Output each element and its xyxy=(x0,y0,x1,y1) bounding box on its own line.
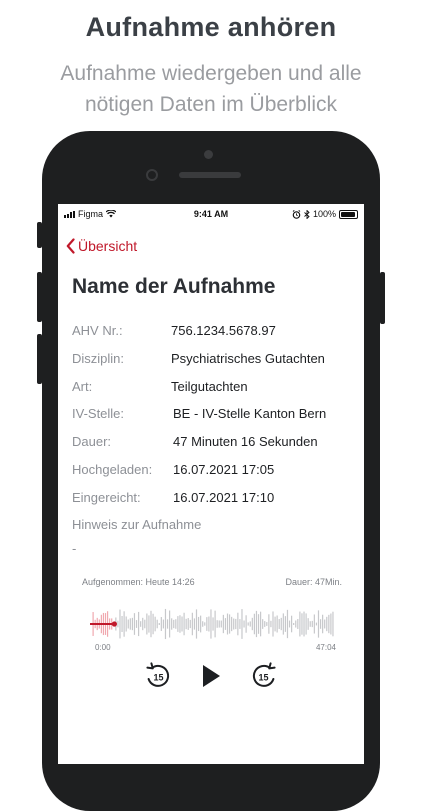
promo-title: Aufnahme anhören xyxy=(85,12,337,42)
alarm-icon xyxy=(292,209,301,219)
promo-subtitle: Aufnahme wiedergeben und alle nötigen Da… xyxy=(0,58,422,120)
field-label: AHV Nr.: xyxy=(72,323,123,338)
battery-percent: 100% xyxy=(312,209,336,219)
field-label: Hochgeladen: xyxy=(72,462,153,477)
field-label: Disziplin: xyxy=(72,351,125,366)
phone-volume-down xyxy=(37,334,42,384)
skip-forward-15-icon: 15 xyxy=(252,662,276,687)
time-total: 47:04 xyxy=(315,643,336,652)
field-label: Dauer: xyxy=(72,434,112,449)
field-value: 16.07.2021 17:05 xyxy=(173,462,275,477)
recording-title: Name der Aufnahme xyxy=(72,275,276,298)
battery-icon xyxy=(339,209,358,219)
promo-subtitle-line-2: nötigen Daten im Überblick xyxy=(84,93,338,116)
note-label: Hinweis zur Aufnahme xyxy=(72,517,202,532)
play-button[interactable] xyxy=(198,662,224,690)
app-screen: Figma 9:41 AM 100% Übersicht Name der Au… xyxy=(58,204,364,764)
field-label: Eingereicht: xyxy=(72,490,141,505)
skip-back-15-icon: 15 xyxy=(146,662,170,687)
recorded-at-label: Aufgenommen: Heute 14:26 xyxy=(82,577,195,587)
note-value: - xyxy=(72,541,77,556)
skip-back-seconds: 15 xyxy=(153,672,163,682)
skip-back-button[interactable]: 15 xyxy=(144,662,172,690)
skip-forward-button[interactable]: 15 xyxy=(250,662,278,690)
chevron-left-icon xyxy=(66,238,75,254)
duration-label: Dauer: 47Min. xyxy=(285,577,342,587)
field-value: BE - IV-Stelle Kanton Bern xyxy=(173,406,327,421)
field-label: Art: xyxy=(72,379,93,394)
promo-subtitle-line-1: Aufnahme wiedergeben und alle xyxy=(60,62,362,85)
play-icon xyxy=(203,665,220,687)
back-button-label: Übersicht xyxy=(78,238,138,254)
phone-mute-switch xyxy=(37,222,42,248)
skip-forward-seconds: 15 xyxy=(258,672,268,682)
field-value: 47 Minuten 16 Sekunden xyxy=(173,434,318,449)
phone-power-button xyxy=(380,272,385,324)
proximity-sensor xyxy=(146,169,158,181)
status-right: 100% xyxy=(292,209,358,219)
back-button[interactable]: Übersicht xyxy=(66,238,137,254)
field-value: Psychiatrisches Gutachten xyxy=(171,351,325,366)
field-value: Teilgutachten xyxy=(171,379,248,394)
playhead-handle[interactable] xyxy=(111,621,117,627)
front-camera xyxy=(204,150,213,159)
status-bar: Figma 9:41 AM 100% xyxy=(58,204,364,224)
time-elapsed: 0:00 xyxy=(95,643,111,652)
field-label: IV-Stelle: xyxy=(72,406,125,421)
field-value: 756.1234.5678.97 xyxy=(171,323,276,338)
waveform-scrubber[interactable] xyxy=(90,606,334,642)
phone-volume-up xyxy=(37,272,42,322)
earpiece-speaker xyxy=(179,172,241,178)
bluetooth-icon xyxy=(304,209,310,219)
field-value: 16.07.2021 17:10 xyxy=(173,490,275,505)
